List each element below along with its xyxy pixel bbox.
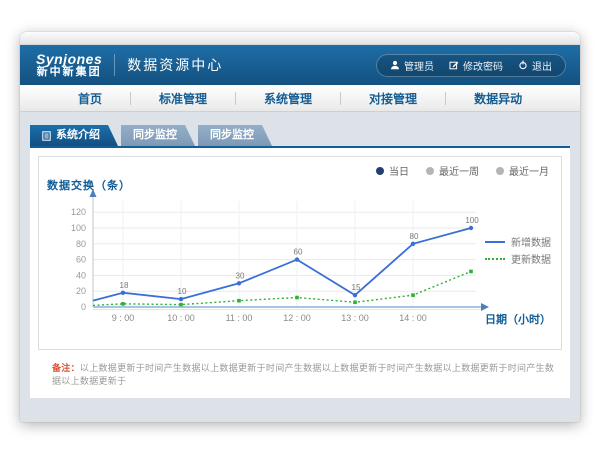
svg-text:11 : 00: 11 : 00 <box>226 313 253 323</box>
dotted-line-swatch-icon <box>485 258 505 260</box>
range-label: 当日 <box>389 163 409 178</box>
radio-icon <box>426 167 434 175</box>
legend-item-new-data[interactable]: 新增数据 <box>485 233 551 250</box>
svg-text:18: 18 <box>120 281 129 290</box>
svg-text:20: 20 <box>76 286 86 296</box>
tab-label: 同步监控 <box>133 125 177 146</box>
time-range-selector: 当日 最近一周 最近一月 <box>376 163 549 178</box>
nav-item-connect-mgmt[interactable]: 对接管理 <box>341 90 445 107</box>
range-option-last-week[interactable]: 最近一周 <box>426 163 479 178</box>
tab-system-intro[interactable]: 系统介绍 <box>30 125 118 146</box>
power-icon <box>518 60 528 70</box>
tab-content-card: 当日 最近一周 最近一月 数据交换（条） 日期（小时） 0 20 40 60 80 100… <box>30 146 570 398</box>
svg-text:10 : 00: 10 : 00 <box>167 313 195 323</box>
footnote-prefix: 备注： <box>52 363 80 373</box>
svg-text:40: 40 <box>76 270 86 280</box>
svg-text:0: 0 <box>81 302 86 312</box>
svg-text:30: 30 <box>236 271 245 280</box>
range-label: 最近一周 <box>439 163 479 178</box>
user-icon <box>390 60 400 70</box>
svg-text:80: 80 <box>76 239 86 249</box>
svg-text:14 : 00: 14 : 00 <box>399 313 427 323</box>
user-toolbar: 管理员 修改密码 退出 <box>376 54 566 77</box>
svg-text:120: 120 <box>71 207 86 217</box>
tab-bar: 系统介绍 同步监控 同步监控 <box>30 125 580 146</box>
change-password-label: 修改密码 <box>463 58 503 73</box>
svg-text:60: 60 <box>294 248 303 257</box>
footnote-text: 以上数据更新于时间产生数据以上数据更新于时间产生数据以上数据更新于时间产生数据以… <box>52 363 554 386</box>
radio-icon <box>496 167 504 175</box>
y-axis-title: 数据交换（条） <box>47 177 131 193</box>
radio-selected-icon <box>376 167 384 175</box>
range-label: 最近一月 <box>509 163 549 178</box>
logout-button[interactable]: 退出 <box>518 58 552 73</box>
user-name-label: 管理员 <box>404 58 434 73</box>
logout-label: 退出 <box>532 58 552 73</box>
solid-line-swatch-icon <box>485 241 505 243</box>
logo-company-name: 新中新集团 <box>36 67 102 79</box>
tab-sync-monitor-2[interactable]: 同步监控 <box>198 125 272 146</box>
svg-text:80: 80 <box>410 232 419 241</box>
svg-text:60: 60 <box>76 255 86 265</box>
document-icon <box>42 131 51 141</box>
legend-item-updated-data[interactable]: 更新数据 <box>485 250 551 267</box>
app-header: Synjones 新中新集团 数据资源中心 管理员 修改密码 <box>20 45 580 85</box>
legend-label: 更新数据 <box>511 251 551 266</box>
nav-item-home[interactable]: 首页 <box>50 90 130 107</box>
svg-text:13 : 00: 13 : 00 <box>341 313 369 323</box>
x-axis-title: 日期（小时） <box>485 311 551 327</box>
app-window: Synjones 新中新集团 数据资源中心 管理员 修改密码 <box>20 32 580 422</box>
change-password-button[interactable]: 修改密码 <box>449 58 503 73</box>
company-logo: Synjones 新中新集团 <box>36 52 102 78</box>
nav-item-standard-mgmt[interactable]: 标准管理 <box>131 90 235 107</box>
tab-label: 同步监控 <box>210 125 254 146</box>
chart-panel: 当日 最近一周 最近一月 数据交换（条） 日期（小时） 0 20 40 60 80 100… <box>38 156 562 350</box>
window-top-edge <box>20 32 580 45</box>
svg-text:15: 15 <box>352 283 361 292</box>
page-title: 数据资源中心 <box>127 55 223 75</box>
svg-text:9 : 00: 9 : 00 <box>112 313 135 323</box>
main-nav: 首页 标准管理 系统管理 对接管理 数据异动 <box>20 85 580 112</box>
footnote: 备注：以上数据更新于时间产生数据以上数据更新于时间产生数据以上数据更新于时间产生… <box>52 361 562 387</box>
legend-label: 新增数据 <box>511 234 551 249</box>
svg-text:10: 10 <box>178 287 187 296</box>
content-area: 系统介绍 同步监控 同步监控 当日 最近一周 <box>20 112 580 422</box>
logo-brand-text: Synjones <box>36 52 102 67</box>
range-option-today[interactable]: 当日 <box>376 163 409 178</box>
chart-legend: 新增数据 更新数据 <box>485 233 551 267</box>
current-user[interactable]: 管理员 <box>390 58 434 73</box>
svg-text:12 : 00: 12 : 00 <box>283 313 311 323</box>
svg-text:100: 100 <box>465 216 479 225</box>
range-option-last-month[interactable]: 最近一月 <box>496 163 549 178</box>
nav-item-data-change[interactable]: 数据异动 <box>446 90 550 107</box>
nav-item-system-mgmt[interactable]: 系统管理 <box>236 90 340 107</box>
tab-sync-monitor-1[interactable]: 同步监控 <box>121 125 195 146</box>
header-divider <box>114 54 115 76</box>
svg-text:100: 100 <box>71 223 86 233</box>
edit-icon <box>449 60 459 70</box>
tab-label: 系统介绍 <box>56 125 100 146</box>
